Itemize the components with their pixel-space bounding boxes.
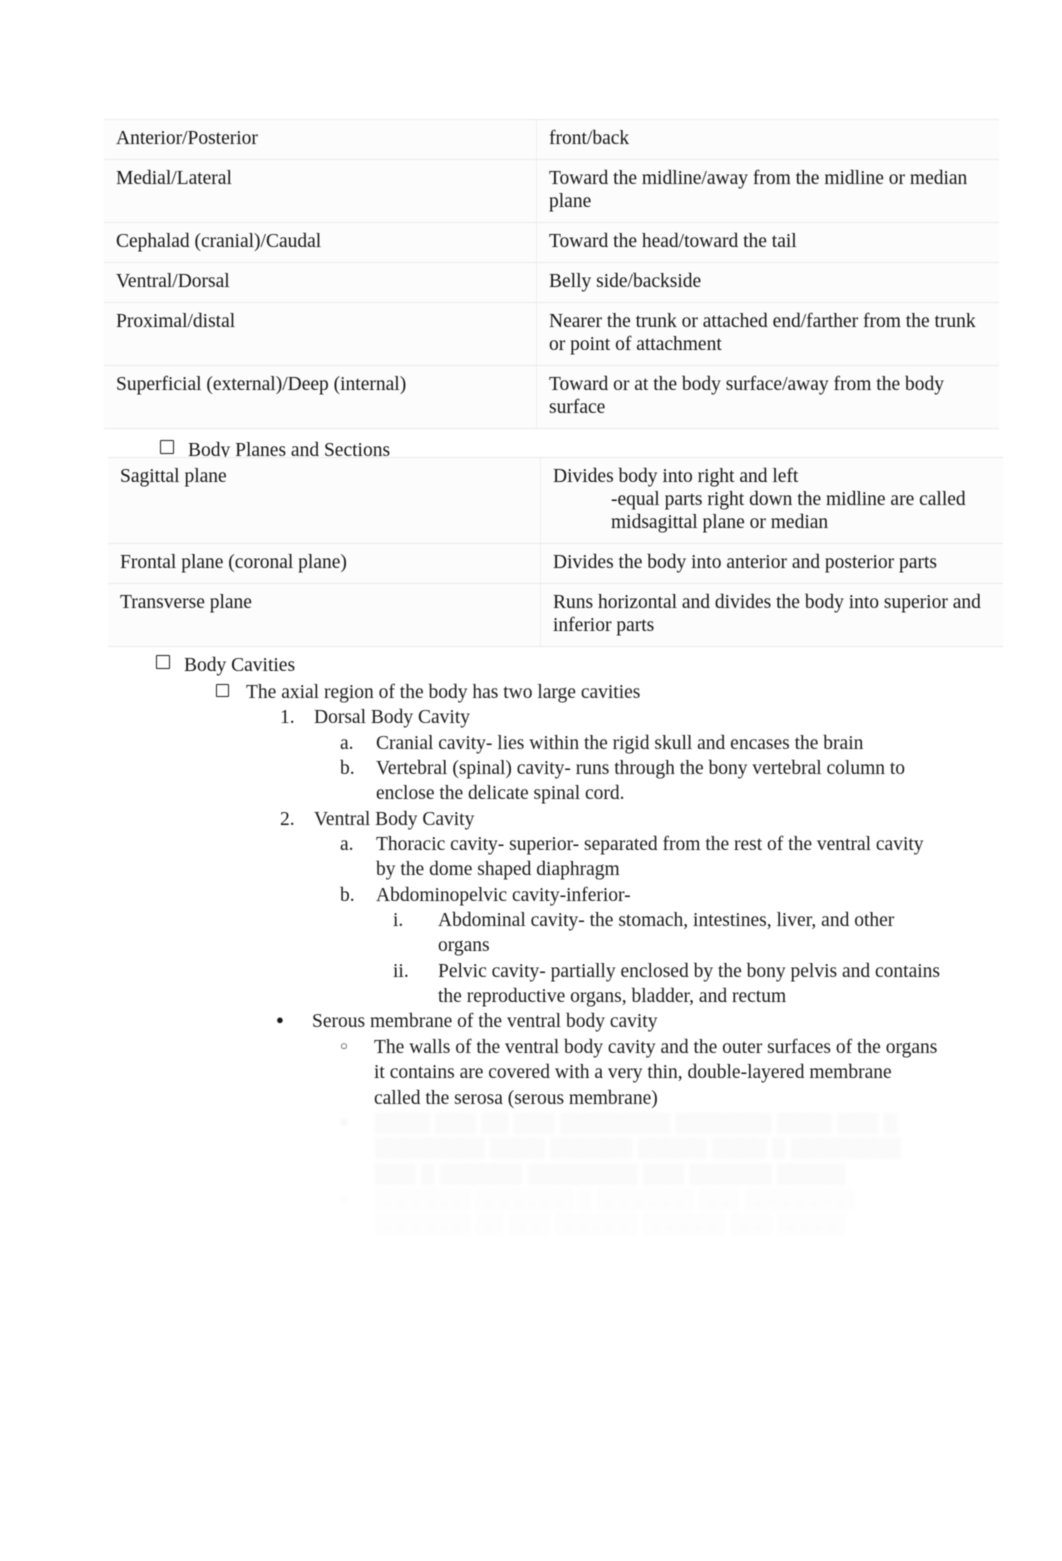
- table-row: Superficial (external)/Deep (internal) T…: [104, 365, 999, 429]
- checkbox-icon: [160, 440, 174, 454]
- list-item-label: Pelvic cavity- partially enclosed by the…: [438, 960, 940, 1008]
- hollow-bullet-icon: [340, 1035, 374, 1060]
- table-row: Cephalad (cranial)/Caudal Toward the hea…: [104, 222, 999, 263]
- list-marker: i.: [393, 910, 404, 932]
- body-planes-table: Sagittal plane Divides body into right a…: [108, 457, 1003, 647]
- definition-cell: Belly side/backside: [536, 262, 999, 303]
- list-marker: a.: [340, 732, 354, 754]
- list-marker: b.: [340, 758, 355, 780]
- definition-cell: Divides the body into anterior and poste…: [540, 543, 1003, 584]
- faded-list-item: ░░░░ ░░░ ░░ ░░░ ░░░░░░░░ ░░░░░░░ ░░░░ ░░…: [0, 1111, 1062, 1187]
- list-item: a. Thoracic cavity- superior- separated …: [0, 832, 1062, 883]
- definition-cell: Toward the head/toward the tail: [536, 222, 999, 263]
- table-row: Medial/Lateral Toward the midline/away f…: [104, 159, 999, 223]
- list-item: 2. Ventral Body Cavity: [0, 807, 1062, 832]
- term-cell: Cephalad (cranial)/Caudal: [104, 222, 537, 263]
- table-row: Anterior/Posterior front/back: [104, 119, 999, 160]
- bullet-icon: [276, 1009, 312, 1034]
- heading-label: Body Cavities: [184, 655, 296, 676]
- directional-terms-table: Anterior/Posterior front/back Medial/Lat…: [104, 119, 999, 429]
- list-item-label: Dorsal Body Cavity: [314, 707, 470, 729]
- list-item: i. Abdominal cavity- the stomach, intest…: [0, 908, 1062, 959]
- list-marker: 2.: [280, 808, 295, 830]
- list-item: b. Abdominopelvic cavity-inferior-: [0, 883, 1062, 908]
- list-item-label: The axial region of the body has two lar…: [246, 682, 641, 703]
- table-row: Frontal plane (coronal plane) Divides th…: [108, 543, 1003, 584]
- list-item: 1. Dorsal Body Cavity: [0, 705, 1062, 730]
- table-row: Transverse plane Runs horizontal and div…: [108, 583, 1003, 647]
- definition-sub: -equal parts right down the midline are …: [611, 489, 966, 533]
- definition-cell: Toward the midline/away from the midline…: [536, 159, 999, 223]
- list-item-label: Abdominal cavity- the stomach, intestine…: [438, 910, 895, 957]
- list-marker: ii.: [393, 960, 409, 982]
- hollow-bullet-icon: [340, 1187, 374, 1212]
- faded-list-item: ░░░░░░░ ░░░░░░░ ░ ░░░░░░░ ░░░ ░░░░░░░░ ░…: [0, 1187, 1062, 1238]
- term-cell: Proximal/distal: [104, 302, 537, 366]
- body-cavities-outline: The axial region of the body has two lar…: [0, 680, 1062, 1238]
- faded-text: ░░░░ ░░░ ░░ ░░░ ░░░░░░░░ ░░░░░░░ ░░░░ ░░…: [374, 1112, 901, 1185]
- term-cell: Medial/Lateral: [104, 159, 537, 223]
- list-item: Serous membrane of the ventral body cavi…: [0, 1009, 1062, 1034]
- document-page: Anterior/Posterior front/back Medial/Lat…: [0, 0, 1062, 1561]
- term-cell: Frontal plane (coronal plane): [108, 543, 541, 584]
- definition-cell: Runs horizontal and divides the body int…: [540, 583, 1003, 647]
- list-item-label: The walls of the ventral body cavity and…: [374, 1036, 938, 1109]
- list-item-label: Abdominopelvic cavity-inferior-: [376, 884, 631, 906]
- definition-cell: Divides body into right and left -equal …: [540, 457, 1003, 544]
- list-item-label: Ventral Body Cavity: [314, 808, 475, 830]
- list-item: a. Cranial cavity- lies within the rigid…: [0, 731, 1062, 756]
- list-marker: a.: [340, 834, 354, 856]
- list-item-label: Vertebral (spinal) cavity- runs through …: [376, 758, 906, 805]
- table-row: Sagittal plane Divides body into right a…: [108, 457, 1003, 544]
- term-cell: Transverse plane: [108, 583, 541, 647]
- definition-main: Divides body into right and left: [553, 466, 799, 487]
- list-item: The axial region of the body has two lar…: [0, 680, 1062, 705]
- definition-cell: front/back: [536, 119, 999, 160]
- list-marker: 1.: [280, 707, 295, 729]
- term-cell: Anterior/Posterior: [104, 119, 537, 160]
- faded-text: ░░░░░░░ ░░░░░░░ ░ ░░░░░░░ ░░░ ░░░░░░░░ ░…: [374, 1188, 855, 1236]
- list-marker: b.: [340, 884, 355, 906]
- table-row: Ventral/Dorsal Belly side/backside: [104, 262, 999, 303]
- list-item: ii. Pelvic cavity- partially enclosed by…: [0, 959, 1062, 1010]
- term-cell: Superficial (external)/Deep (internal): [104, 365, 537, 429]
- list-item: b. Vertebral (spinal) cavity- runs throu…: [0, 756, 1062, 807]
- checkbox-icon: [156, 655, 170, 669]
- table-row: Proximal/distal Nearer the trunk or atta…: [104, 302, 999, 366]
- checkbox-icon: [216, 680, 246, 705]
- hollow-bullet-icon: [340, 1111, 374, 1136]
- definition-cell: Toward or at the body surface/away from …: [536, 365, 999, 429]
- term-cell: Sagittal plane: [108, 457, 541, 544]
- term-cell: Ventral/Dorsal: [104, 262, 537, 303]
- list-item-label: Cranial cavity- lies within the rigid sk…: [376, 732, 864, 754]
- definition-cell: Nearer the trunk or attached end/farther…: [536, 302, 999, 366]
- list-item: The walls of the ventral body cavity and…: [0, 1035, 1062, 1111]
- list-item-label: Serous membrane of the ventral body cavi…: [312, 1011, 658, 1033]
- heading-body-cavities: Body Cavities: [156, 654, 295, 677]
- list-item-label: Thoracic cavity- superior- separated fro…: [376, 834, 924, 881]
